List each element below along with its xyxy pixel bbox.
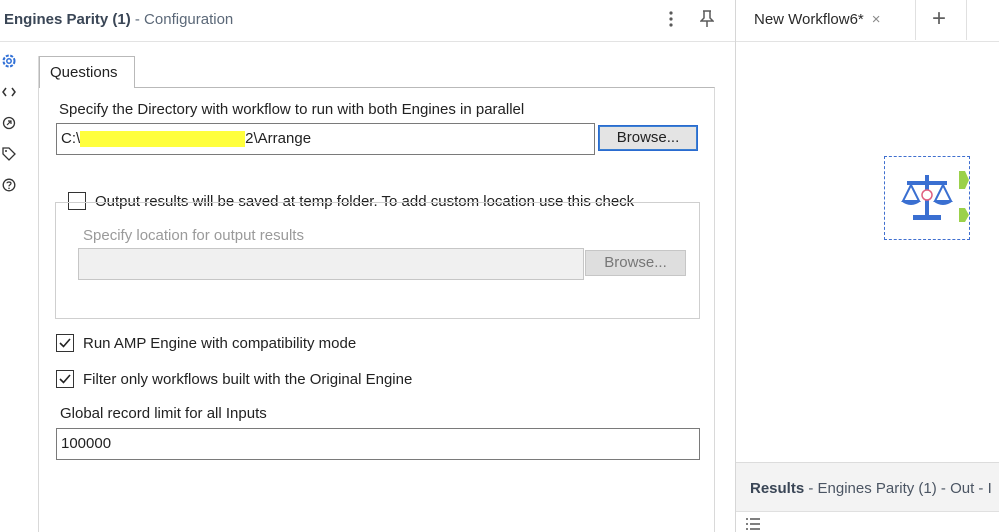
results-label: Results xyxy=(750,480,805,497)
output-location-label: Specify location for output results xyxy=(83,227,304,244)
scale-balance-icon xyxy=(901,175,953,220)
redacted-path xyxy=(80,131,246,148)
title-suffix: Configuration xyxy=(144,11,234,28)
results-bar: Results - Engines Parity (1) - Out - I xyxy=(736,462,999,532)
results-separator: - xyxy=(808,480,814,497)
record-limit-label: Global record limit for all Inputs xyxy=(60,405,267,422)
help-icon[interactable] xyxy=(0,176,18,194)
config-sidebar xyxy=(0,52,20,207)
directory-input[interactable]: C:\ 2\Arrange xyxy=(56,123,595,155)
output-browse-button[interactable]: Browse... xyxy=(585,250,686,276)
workflow-tab-label: New Workflow6* xyxy=(754,11,864,28)
amp-compat-label: Run AMP Engine with compatibility mode xyxy=(83,335,357,352)
output-anchor-bottom[interactable] xyxy=(959,208,969,222)
questions-content: Specify the Directory with workflow to r… xyxy=(39,87,715,532)
config-body: Questions Specify the Directory with wor… xyxy=(38,56,715,532)
pin-icon[interactable] xyxy=(697,8,717,30)
header-icons xyxy=(661,8,717,30)
annotation-icon[interactable] xyxy=(0,114,18,132)
output-anchor-top[interactable] xyxy=(959,171,969,189)
results-toolbar xyxy=(736,511,999,532)
tool-name: Engines Parity (1) xyxy=(4,11,131,28)
directory-browse-button[interactable]: Browse... xyxy=(598,125,698,151)
config-header: Engines Parity (1) - Configuration xyxy=(0,0,735,42)
filter-original-checkbox[interactable] xyxy=(56,370,74,388)
canvas-panel: New Workflow6* × + Results - Engines Pari… xyxy=(736,0,999,532)
tab-divider xyxy=(966,0,967,40)
results-title: Results - Engines Parity (1) - Out - I xyxy=(750,480,992,497)
directory-label: Specify the Directory with workflow to r… xyxy=(59,101,525,118)
engines-parity-tool-node[interactable] xyxy=(884,156,970,240)
results-detail: Engines Parity (1) - Out - I xyxy=(817,480,992,497)
tab-questions[interactable]: Questions xyxy=(39,56,135,88)
tag-icon[interactable] xyxy=(0,145,18,163)
filter-original-label: Filter only workflows built with the Ori… xyxy=(83,371,413,388)
gear-icon[interactable] xyxy=(0,52,18,70)
amp-compat-checkbox[interactable] xyxy=(56,334,74,352)
output-location-input[interactable] xyxy=(78,248,584,280)
list-icon[interactable] xyxy=(746,518,760,530)
tab-new-workflow6[interactable]: New Workflow6* × xyxy=(736,0,916,40)
more-vert-icon[interactable] xyxy=(661,8,681,30)
configuration-panel: Engines Parity (1) - Configuration Quest… xyxy=(0,0,735,532)
output-groupbox: Specify location for output results Brow… xyxy=(55,202,700,319)
config-title: Engines Parity (1) - Configuration xyxy=(4,11,233,28)
workflow-tabbar: New Workflow6* × + xyxy=(736,0,999,42)
directory-value-prefix: C:\ xyxy=(61,130,81,147)
add-tab-button[interactable]: + xyxy=(922,5,956,35)
directory-value-suffix: 2\Arrange xyxy=(245,130,312,147)
code-icon[interactable] xyxy=(0,83,18,101)
close-icon[interactable]: × xyxy=(872,11,881,28)
title-separator: - xyxy=(134,11,140,28)
record-limit-input[interactable]: 100000 xyxy=(56,428,700,460)
